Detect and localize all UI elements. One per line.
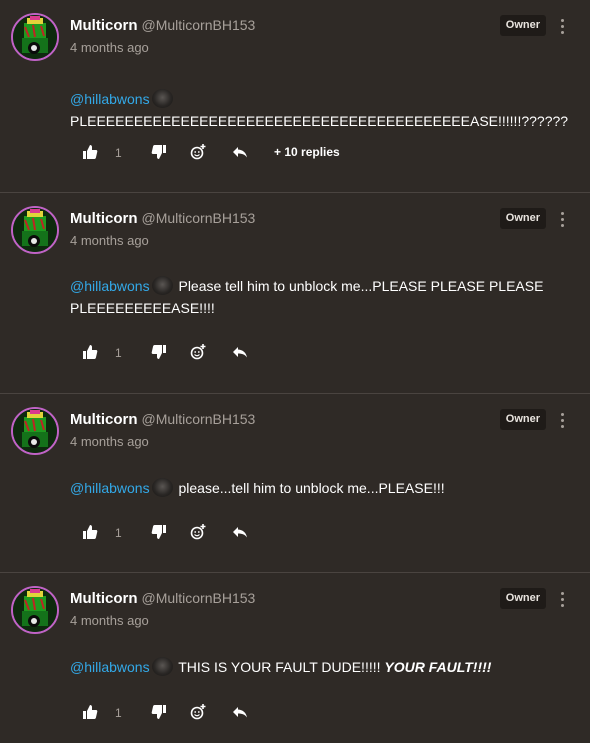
like-count: 1 — [115, 706, 122, 720]
comment-item: Multicorn @MulticornBH153 4 months ago Ow… — [0, 394, 590, 573]
comment-item: Multicorn @MulticornBH153 4 months ago Ow… — [0, 193, 590, 394]
comment-handle[interactable]: @MulticornBH153 — [142, 210, 256, 226]
comment-author[interactable]: Multicorn — [70, 210, 138, 227]
comment-timestamp: 4 months ago — [70, 40, 149, 55]
like-count: 1 — [115, 346, 122, 360]
comment-body: PLEEEEEEEEEEEEEEEEEEEEEEEEEEEEEEEEEEEEEE… — [70, 113, 569, 129]
mention-avatar — [151, 657, 173, 676]
comment-actions: 1 — [82, 704, 542, 722]
mention-avatar — [151, 89, 173, 108]
author-avatar[interactable] — [11, 586, 59, 634]
user-mention[interactable]: @hillabwons — [70, 278, 150, 294]
thumbs-down-icon[interactable] — [151, 144, 167, 160]
comment-text: @hillabwons Please tell him to unblock m… — [70, 275, 570, 319]
mention-avatar — [151, 478, 173, 497]
comment-author[interactable]: Multicorn — [70, 590, 138, 607]
user-mention[interactable]: @hillabwons — [70, 480, 150, 496]
reply-arrow-icon[interactable] — [232, 144, 248, 160]
more-vertical-icon[interactable] — [559, 212, 565, 230]
add-reaction-icon[interactable] — [190, 524, 206, 540]
more-vertical-icon[interactable] — [559, 19, 565, 37]
more-vertical-icon[interactable] — [559, 413, 565, 431]
comment-timestamp: 4 months ago — [70, 233, 149, 248]
comment-author[interactable]: Multicorn — [70, 411, 138, 428]
comment-handle[interactable]: @MulticornBH153 — [142, 411, 256, 427]
author-avatar[interactable] — [11, 13, 59, 61]
add-reaction-icon[interactable] — [190, 344, 206, 360]
reply-arrow-icon[interactable] — [232, 524, 248, 540]
comment-actions: 1 — [82, 524, 542, 542]
comment-body: please...tell him to unblock me...PLEASE… — [178, 480, 445, 496]
thumbs-up-icon[interactable] — [82, 344, 98, 360]
comment-actions: 1 — [82, 344, 542, 362]
avatar-image — [13, 588, 57, 632]
owner-badge: Owner — [499, 409, 546, 430]
thumbs-down-icon[interactable] — [151, 344, 167, 360]
thumbs-up-icon[interactable] — [82, 524, 98, 540]
author-avatar[interactable] — [11, 407, 59, 455]
add-reaction-icon[interactable] — [190, 144, 206, 160]
like-count: 1 — [115, 526, 122, 540]
thumbs-up-icon[interactable] — [82, 704, 98, 720]
comment-body: THIS IS YOUR FAULT DUDE!!!!! — [178, 659, 381, 675]
more-vertical-icon[interactable] — [559, 592, 565, 610]
thumbs-down-icon[interactable] — [151, 524, 167, 540]
reply-arrow-icon[interactable] — [232, 344, 248, 360]
user-mention[interactable]: @hillabwons — [70, 659, 150, 675]
comment-text: @hillabwons THIS IS YOUR FAULT DUDE!!!!!… — [70, 656, 570, 678]
comment-timestamp: 4 months ago — [70, 434, 149, 449]
comment-item: Multicorn @MulticornBH153 4 months ago Ow… — [0, 0, 590, 193]
comment-handle[interactable]: @MulticornBH153 — [142, 590, 256, 606]
avatar-image — [13, 15, 57, 59]
avatar-image — [13, 208, 57, 252]
comment-text: @hillabwons please...tell him to unblock… — [70, 477, 570, 499]
author-avatar[interactable] — [11, 206, 59, 254]
owner-badge: Owner — [499, 15, 546, 36]
comment-actions: 1 + 10 replies — [82, 144, 542, 162]
mention-avatar — [151, 276, 173, 295]
comment-text: @hillabwons PLEEEEEEEEEEEEEEEEEEEEEEEEEE… — [70, 88, 570, 132]
thumbs-up-icon[interactable] — [82, 144, 98, 160]
user-mention[interactable]: @hillabwons — [70, 91, 150, 107]
reply-arrow-icon[interactable] — [232, 704, 248, 720]
avatar-image — [13, 409, 57, 453]
thumbs-down-icon[interactable] — [151, 704, 167, 720]
like-count: 1 — [115, 146, 122, 160]
view-replies-button[interactable]: + 10 replies — [274, 145, 340, 159]
comment-timestamp: 4 months ago — [70, 613, 149, 628]
comment-author[interactable]: Multicorn — [70, 17, 138, 34]
add-reaction-icon[interactable] — [190, 704, 206, 720]
comment-item: Multicorn @MulticornBH153 4 months ago Ow… — [0, 573, 590, 743]
comment-handle[interactable]: @MulticornBH153 — [142, 17, 256, 33]
comment-emphasis: YOUR FAULT!!!! — [384, 659, 492, 675]
owner-badge: Owner — [499, 208, 546, 229]
owner-badge: Owner — [499, 588, 546, 609]
